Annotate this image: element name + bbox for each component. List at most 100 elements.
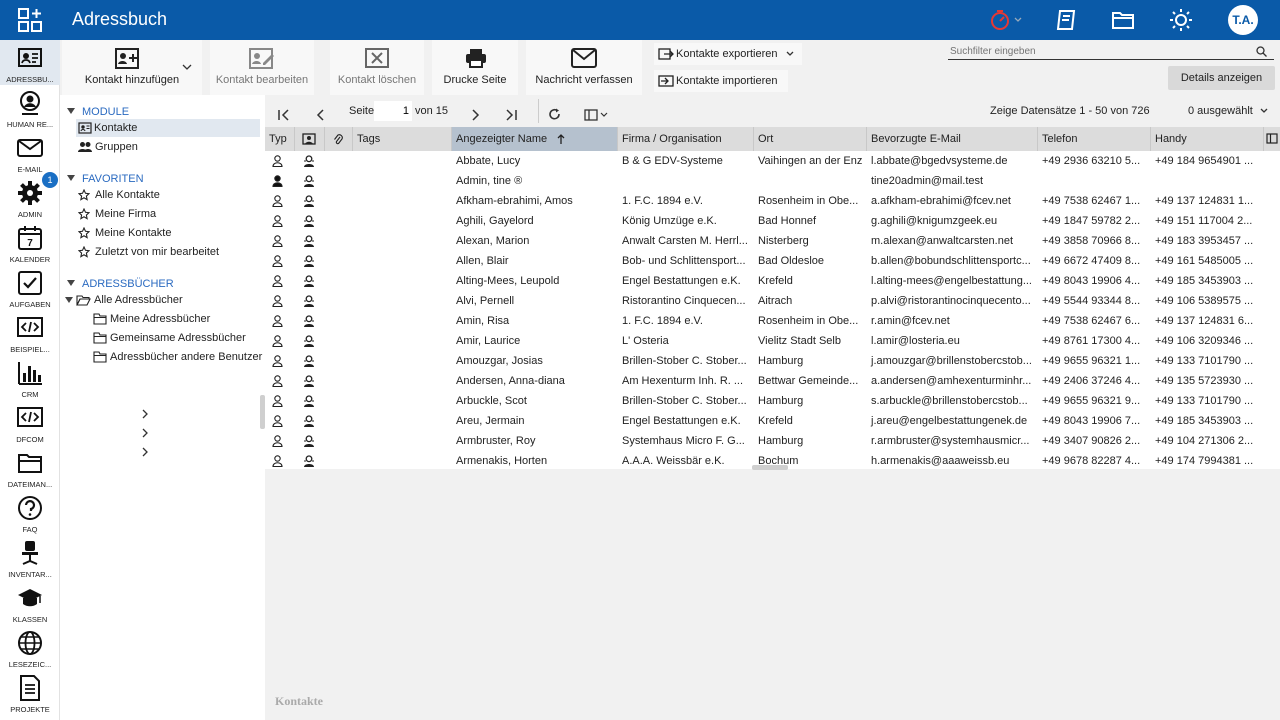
column-header-attachment[interactable]: [325, 127, 353, 151]
sidebar-item-adressbuch[interactable]: ADRESSBU...: [0, 40, 60, 85]
mobile-cell[interactable]: +49 151 117004 2...: [1151, 211, 1264, 231]
column-header-name[interactable]: Angezeigter Name: [452, 127, 618, 151]
email-cell[interactable]: l.abbate@bgedvsysteme.de: [867, 151, 1038, 171]
column-header-mobile[interactable]: Handy: [1151, 127, 1264, 151]
chevron-down-icon[interactable]: [1260, 108, 1268, 114]
book-icon[interactable]: [1055, 8, 1079, 32]
app-launcher-icon[interactable]: [18, 8, 42, 32]
folder-icon[interactable]: [1111, 8, 1135, 32]
mobile-cell[interactable]: [1151, 171, 1264, 191]
sidebar-item-email[interactable]: E-MAIL: [0, 130, 60, 175]
table-row[interactable]: Alvi, Pernell Ristorantino Cinquecen... Ai…: [265, 291, 1280, 311]
chevron-right-icon[interactable]: [141, 409, 149, 419]
table-row[interactable]: Afkham-ebrahimi, Amos 1. F.C. 1894 e.V. Ro…: [265, 191, 1280, 211]
phone-cell[interactable]: +49 7538 62467 1...: [1038, 191, 1151, 211]
table-row[interactable]: Areu, Jermain Engel Bestattungen e.K. Kref…: [265, 411, 1280, 431]
chevron-right-icon[interactable]: [141, 428, 149, 438]
mobile-cell[interactable]: +49 106 5389575 ...: [1151, 291, 1264, 311]
print-page-button[interactable]: Drucke Seite: [432, 40, 518, 95]
mobile-cell[interactable]: +49 104 271306 2...: [1151, 431, 1264, 451]
sidebar-item-inventar[interactable]: INVENTAR...: [0, 535, 60, 580]
email-cell[interactable]: s.arbuckle@brillenstobercstob...: [867, 391, 1038, 411]
collapse-caret-icon[interactable]: [67, 280, 75, 286]
mobile-cell[interactable]: +49 185 3453903 ...: [1151, 271, 1264, 291]
table-row[interactable]: Amin, Risa 1. F.C. 1894 e.V. Rosenheim in …: [265, 311, 1280, 331]
email-cell[interactable]: g.aghili@knigumzgeek.eu: [867, 211, 1038, 231]
table-row[interactable]: Abbate, Lucy B & G EDV-Systeme Vaihingen a…: [265, 151, 1280, 171]
phone-cell[interactable]: [1038, 171, 1151, 191]
email-cell[interactable]: tine20admin@mail.test: [867, 171, 1038, 191]
mobile-cell[interactable]: +49 133 7101790 ...: [1151, 351, 1264, 371]
column-layout-icon[interactable]: [584, 105, 610, 125]
email-cell[interactable]: l.alting-mees@engelbestattung...: [867, 271, 1038, 291]
export-contacts-button[interactable]: Kontakte exportieren: [654, 43, 802, 65]
table-row[interactable]: Aghili, Gayelord König Umzüge e.K. Bad Hon…: [265, 211, 1280, 231]
mobile-cell[interactable]: +49 161 5485005 ...: [1151, 251, 1264, 271]
sidebar-item-faq[interactable]: FAQ: [0, 490, 60, 535]
table-row[interactable]: Admin, tine ® tine20admin@mail.test: [265, 171, 1280, 191]
mobile-cell[interactable]: +49 133 7101790 ...: [1151, 391, 1264, 411]
sidebar-item-lesezeichen[interactable]: LESEZEIC...: [0, 625, 60, 670]
sidebar-item-crm[interactable]: CRM: [0, 355, 60, 400]
table-row[interactable]: Andersen, Anna-diana Am Hexenturm Inh. R.…: [265, 371, 1280, 391]
sidebar-item-dateimanager[interactable]: DATEIMAN...: [0, 445, 60, 490]
column-header-tags[interactable]: Tags: [353, 127, 452, 151]
email-cell[interactable]: a.andersen@amhexenturminhr...: [867, 371, 1038, 391]
sidebar-item-beispiel[interactable]: BEISPIEL...: [0, 310, 60, 355]
phone-cell[interactable]: +49 5544 93344 8...: [1038, 291, 1151, 311]
column-header-phone[interactable]: Telefon: [1038, 127, 1151, 151]
mobile-cell[interactable]: +49 106 3209346 ...: [1151, 331, 1264, 351]
row-splitter[interactable]: [752, 465, 788, 470]
phone-cell[interactable]: +49 8761 17300 4...: [1038, 331, 1151, 351]
mobile-cell[interactable]: +49 137 124831 6...: [1151, 311, 1264, 331]
email-cell[interactable]: m.alexan@anwaltcarsten.net: [867, 231, 1038, 251]
table-row[interactable]: Allen, Blair Bob- und Schlittensport... Ba…: [265, 251, 1280, 271]
first-page-icon[interactable]: [277, 105, 291, 125]
phone-cell[interactable]: +49 8043 19906 7...: [1038, 411, 1151, 431]
compose-message-button[interactable]: Nachricht verfassen: [526, 40, 642, 95]
email-cell[interactable]: b.allen@bobundschlittensportc...: [867, 251, 1038, 271]
email-cell[interactable]: l.amir@losteria.eu: [867, 331, 1038, 351]
chevron-right-icon[interactable]: [141, 447, 149, 457]
sidebar-item-dfcom[interactable]: DFCOM: [0, 400, 60, 445]
refresh-icon[interactable]: [548, 104, 561, 124]
sidebar-item-aufgaben[interactable]: AUFGABEN: [0, 265, 60, 310]
collapse-caret-icon[interactable]: [67, 108, 75, 114]
table-row[interactable]: Alting-Mees, Leupold Engel Bestattungen e…: [265, 271, 1280, 291]
email-cell[interactable]: j.areu@engelbestattungenek.de: [867, 411, 1038, 431]
details-button[interactable]: Details anzeigen: [1168, 66, 1275, 90]
mobile-cell[interactable]: +49 174 7994381 ...: [1151, 451, 1264, 469]
table-row[interactable]: Amouzgar, Josias Brillen-Stober C. Stober…: [265, 351, 1280, 371]
next-page-icon[interactable]: [469, 105, 481, 125]
table-row[interactable]: Alexan, Marion Anwalt Carsten M. Herrl...…: [265, 231, 1280, 251]
phone-cell[interactable]: +49 3858 70966 8...: [1038, 231, 1151, 251]
chevron-down-icon[interactable]: [182, 63, 192, 71]
sidebar-item-projekte[interactable]: PROJEKTE: [0, 670, 60, 715]
mobile-cell[interactable]: +49 183 3953457 ...: [1151, 231, 1264, 251]
search-icon[interactable]: [1256, 46, 1267, 57]
phone-cell[interactable]: +49 9655 96321 1...: [1038, 351, 1151, 371]
last-page-icon[interactable]: [504, 105, 518, 125]
tree-item-adressbuecher-andere[interactable]: Adressbücher andere Benutzer: [93, 348, 263, 366]
edit-contact-button[interactable]: Kontakt bearbeiten: [210, 40, 314, 95]
phone-cell[interactable]: +49 2406 37246 4...: [1038, 371, 1151, 391]
timer-icon[interactable]: [988, 8, 1012, 32]
column-header-city[interactable]: Ort: [754, 127, 867, 151]
chevron-down-icon[interactable]: [1014, 16, 1022, 24]
sun-icon[interactable]: [1169, 8, 1193, 32]
sidebar-item-human-resources[interactable]: HUMAN RE...: [0, 85, 60, 130]
column-header-typ[interactable]: Typ: [265, 127, 295, 151]
email-cell[interactable]: r.armbruster@systemhausmicr...: [867, 431, 1038, 451]
column-header-email[interactable]: Bevorzugte E-Mail: [867, 127, 1038, 151]
column-picker[interactable]: [1264, 127, 1280, 151]
column-header-photo[interactable]: [295, 127, 325, 151]
tree-item-kontakte[interactable]: Kontakte: [76, 119, 260, 137]
mobile-cell[interactable]: +49 185 3453903 ...: [1151, 411, 1264, 431]
column-header-company[interactable]: Firma / Organisation: [618, 127, 754, 151]
email-cell[interactable]: r.amin@fcev.net: [867, 311, 1038, 331]
sidebar-item-klassen[interactable]: KLASSEN: [0, 580, 60, 625]
sidebar-item-kalender[interactable]: 7 KALENDER: [0, 220, 60, 265]
collapse-caret-icon[interactable]: [67, 175, 75, 181]
email-cell[interactable]: j.amouzgar@brillenstobercstob...: [867, 351, 1038, 371]
phone-cell[interactable]: +49 3407 90826 2...: [1038, 431, 1151, 451]
